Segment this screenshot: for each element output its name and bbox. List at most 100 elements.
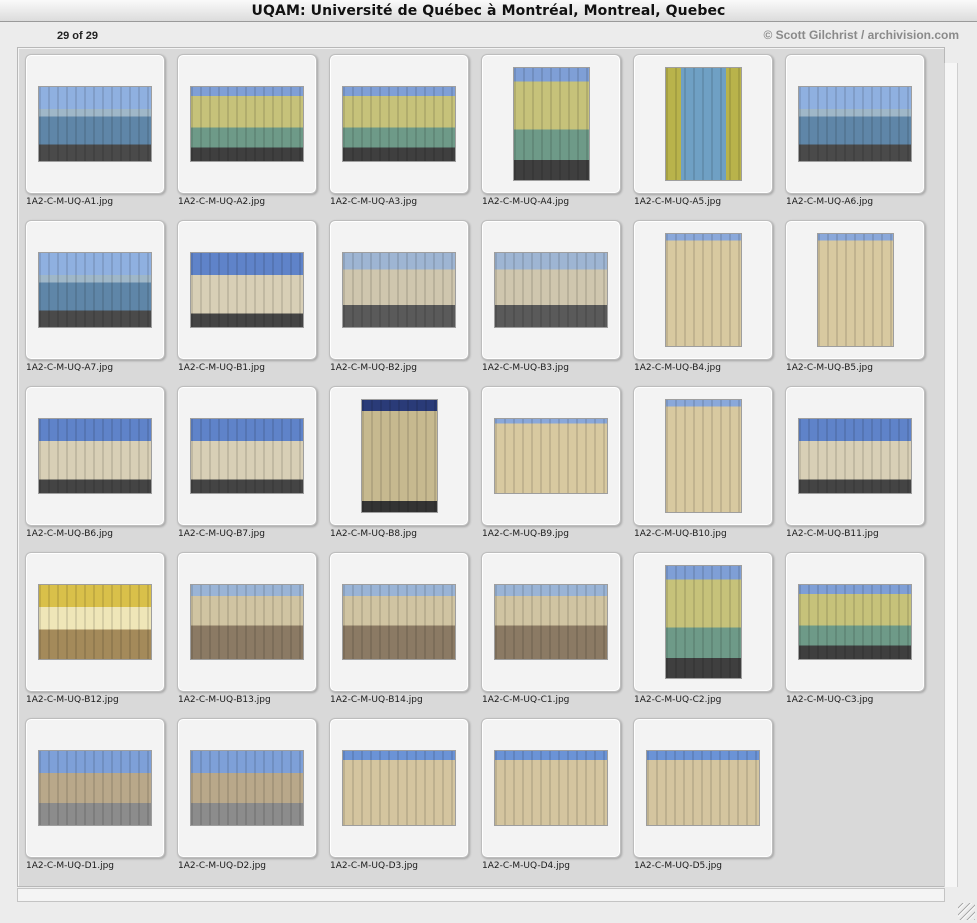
thumbnail-image[interactable] bbox=[39, 253, 151, 327]
thumbnail-image[interactable] bbox=[39, 585, 151, 659]
thumbnail-image[interactable] bbox=[799, 585, 911, 659]
thumbnail-image[interactable] bbox=[495, 419, 607, 493]
slide-mount[interactable] bbox=[177, 54, 317, 194]
thumbnail-image[interactable] bbox=[191, 253, 303, 327]
thumbnail-filename: 1A2-C-M-UQ-A3.jpg bbox=[330, 197, 418, 207]
thumbnail-item[interactable]: 1A2-C-M-UQ-B12.jpg bbox=[25, 552, 165, 705]
slide-mount[interactable] bbox=[177, 386, 317, 526]
thumbnail-item[interactable]: 1A2-C-M-UQ-A5.jpg bbox=[633, 54, 773, 207]
slide-mount[interactable] bbox=[329, 386, 469, 526]
slide-mount[interactable] bbox=[785, 552, 925, 692]
window-titlebar[interactable]: UQAM: Université de Québec à Montréal, M… bbox=[0, 0, 977, 22]
thumbnail-filename: 1A2-C-M-UQ-D3.jpg bbox=[330, 861, 419, 871]
thumbnail-item[interactable]: 1A2-C-M-UQ-C3.jpg bbox=[785, 552, 925, 705]
thumbnail-item[interactable]: 1A2-C-M-UQ-B9.jpg bbox=[481, 386, 621, 539]
thumbnail-image[interactable] bbox=[39, 87, 151, 161]
thumbnail-item[interactable]: 1A2-C-M-UQ-B13.jpg bbox=[177, 552, 317, 705]
thumbnail-image[interactable] bbox=[39, 751, 151, 825]
thumbnail-image[interactable] bbox=[665, 234, 741, 346]
thumbnail-filename: 1A2-C-M-UQ-B6.jpg bbox=[26, 529, 113, 539]
thumbnail-image[interactable] bbox=[343, 585, 455, 659]
vertical-scrollbar[interactable] bbox=[944, 63, 958, 887]
thumbnail-filename: 1A2-C-M-UQ-A7.jpg bbox=[26, 363, 114, 373]
thumbnail-image[interactable] bbox=[665, 68, 741, 180]
thumbnail-item[interactable]: 1A2-C-M-UQ-D3.jpg bbox=[329, 718, 469, 871]
thumbnail-image[interactable] bbox=[343, 253, 455, 327]
thumbnail-item[interactable]: 1A2-C-M-UQ-A6.jpg bbox=[785, 54, 925, 207]
thumbnail-item[interactable]: 1A2-C-M-UQ-C1.jpg bbox=[481, 552, 621, 705]
thumbnail-item[interactable]: 1A2-C-M-UQ-B1.jpg bbox=[177, 220, 317, 373]
slide-mount[interactable] bbox=[329, 718, 469, 858]
slide-mount[interactable] bbox=[785, 220, 925, 360]
thumbnail-grid: 1A2-C-M-UQ-A1.jpg 1A2-C-M-UQ-A2.jpg 1A2-C-… bbox=[25, 54, 925, 871]
thumbnail-item[interactable]: 1A2-C-M-UQ-B10.jpg bbox=[633, 386, 773, 539]
slide-mount[interactable] bbox=[633, 386, 773, 526]
thumbnail-item[interactable]: 1A2-C-M-UQ-B14.jpg bbox=[329, 552, 469, 705]
horizontal-scrollbar[interactable] bbox=[17, 888, 945, 902]
slide-mount[interactable] bbox=[633, 54, 773, 194]
slide-mount[interactable] bbox=[481, 718, 621, 858]
thumbnail-item[interactable]: 1A2-C-M-UQ-C2.jpg bbox=[633, 552, 773, 705]
thumbnail-image[interactable] bbox=[799, 87, 911, 161]
thumbnail-image[interactable] bbox=[665, 566, 741, 678]
thumbnail-item[interactable]: 1A2-C-M-UQ-D2.jpg bbox=[177, 718, 317, 871]
thumbnail-item[interactable]: 1A2-C-M-UQ-B2.jpg bbox=[329, 220, 469, 373]
slide-mount[interactable] bbox=[633, 220, 773, 360]
thumbnail-item[interactable]: 1A2-C-M-UQ-B3.jpg bbox=[481, 220, 621, 373]
slide-mount[interactable] bbox=[329, 220, 469, 360]
thumbnail-image[interactable] bbox=[799, 419, 911, 493]
thumbnail-filename: 1A2-C-M-UQ-D4.jpg bbox=[482, 861, 571, 871]
slide-mount[interactable] bbox=[481, 220, 621, 360]
slide-mount[interactable] bbox=[25, 552, 165, 692]
thumbnail-image[interactable] bbox=[191, 419, 303, 493]
thumbnail-item[interactable]: 1A2-C-M-UQ-D1.jpg bbox=[25, 718, 165, 871]
thumbnail-image[interactable] bbox=[513, 68, 589, 180]
slide-mount[interactable] bbox=[785, 386, 925, 526]
thumbnail-item[interactable]: 1A2-C-M-UQ-D4.jpg bbox=[481, 718, 621, 871]
thumbnail-image[interactable] bbox=[343, 751, 455, 825]
thumbnail-item[interactable]: 1A2-C-M-UQ-B7.jpg bbox=[177, 386, 317, 539]
slide-mount[interactable] bbox=[481, 552, 621, 692]
slide-mount[interactable] bbox=[25, 718, 165, 858]
thumbnail-item[interactable]: 1A2-C-M-UQ-A7.jpg bbox=[25, 220, 165, 373]
thumbnail-image[interactable] bbox=[39, 419, 151, 493]
resize-grip-icon[interactable] bbox=[958, 903, 975, 920]
thumbnail-image[interactable] bbox=[191, 751, 303, 825]
thumbnail-filename: 1A2-C-M-UQ-B3.jpg bbox=[482, 363, 569, 373]
slide-mount[interactable] bbox=[177, 220, 317, 360]
thumbnail-filename: 1A2-C-M-UQ-D5.jpg bbox=[634, 861, 723, 871]
slide-mount[interactable] bbox=[329, 552, 469, 692]
slide-mount[interactable] bbox=[25, 386, 165, 526]
thumbnail-item[interactable]: 1A2-C-M-UQ-B11.jpg bbox=[785, 386, 925, 539]
thumbnail-item[interactable]: 1A2-C-M-UQ-D5.jpg bbox=[633, 718, 773, 871]
thumbnail-image[interactable] bbox=[647, 751, 759, 825]
thumbnail-item[interactable]: 1A2-C-M-UQ-A1.jpg bbox=[25, 54, 165, 207]
slide-mount[interactable] bbox=[25, 54, 165, 194]
slide-mount[interactable] bbox=[481, 54, 621, 194]
thumbnail-image[interactable] bbox=[191, 87, 303, 161]
slide-mount[interactable] bbox=[633, 718, 773, 858]
thumbnail-image[interactable] bbox=[495, 751, 607, 825]
thumbnail-image[interactable] bbox=[361, 400, 437, 512]
slide-mount[interactable] bbox=[177, 552, 317, 692]
thumbnail-item[interactable]: 1A2-C-M-UQ-A4.jpg bbox=[481, 54, 621, 207]
thumbnail-item[interactable]: 1A2-C-M-UQ-B6.jpg bbox=[25, 386, 165, 539]
thumbnail-filename: 1A2-C-M-UQ-A6.jpg bbox=[786, 197, 874, 207]
thumbnail-image[interactable] bbox=[495, 585, 607, 659]
slide-mount[interactable] bbox=[329, 54, 469, 194]
slide-mount[interactable] bbox=[25, 220, 165, 360]
thumbnail-image[interactable] bbox=[343, 87, 455, 161]
thumbnail-image[interactable] bbox=[665, 400, 741, 512]
slide-mount[interactable] bbox=[481, 386, 621, 526]
thumbnail-image[interactable] bbox=[495, 253, 607, 327]
thumbnail-item[interactable]: 1A2-C-M-UQ-B8.jpg bbox=[329, 386, 469, 539]
thumbnail-item[interactable]: 1A2-C-M-UQ-A2.jpg bbox=[177, 54, 317, 207]
slide-mount[interactable] bbox=[785, 54, 925, 194]
thumbnail-image[interactable] bbox=[191, 585, 303, 659]
thumbnail-item[interactable]: 1A2-C-M-UQ-B4.jpg bbox=[633, 220, 773, 373]
thumbnail-item[interactable]: 1A2-C-M-UQ-A3.jpg bbox=[329, 54, 469, 207]
thumbnail-item[interactable]: 1A2-C-M-UQ-B5.jpg bbox=[785, 220, 925, 373]
slide-mount[interactable] bbox=[633, 552, 773, 692]
thumbnail-image[interactable] bbox=[817, 234, 893, 346]
slide-mount[interactable] bbox=[177, 718, 317, 858]
